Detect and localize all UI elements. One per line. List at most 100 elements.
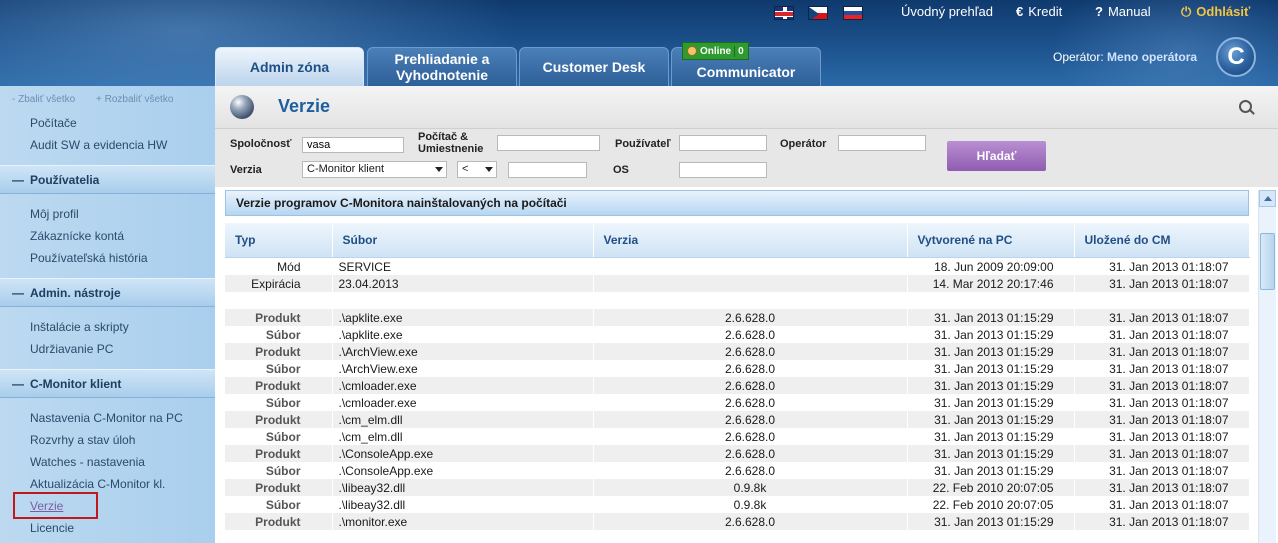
cell-created: 22. Feb 2010 20:07:05	[907, 479, 1075, 496]
table-row[interactable]: Súbor .\libeay32.dll 0.9.8k 22. Feb 2010 20…	[225, 496, 1250, 513]
manual-link[interactable]: ? Manual	[1095, 4, 1151, 19]
version-type-select[interactable]: C-Monitor klient	[302, 161, 447, 178]
table-row[interactable]: Expirácia 23.04.2013 14. Mar 2012 20:17:46…	[225, 275, 1250, 292]
cell-file: .\cmloader.exe	[332, 377, 594, 394]
credit-link[interactable]: € Kredit	[1016, 4, 1062, 19]
computer-input[interactable]	[497, 135, 600, 151]
sidebar-item-my-profile[interactable]: Môj profil	[30, 207, 79, 221]
os-input[interactable]	[679, 162, 767, 178]
sidebar-item-cmonitor-update[interactable]: Aktualizácia C-Monitor kl.	[30, 477, 165, 491]
table-row[interactable]: Súbor .\apklite.exe 2.6.628.0 31. Jan 2013 …	[225, 326, 1250, 343]
sidebar-item-licenses[interactable]: Licencie	[30, 521, 74, 535]
tab-communicator-label: Communicator	[696, 64, 796, 80]
cell-type: Expirácia	[225, 275, 333, 292]
table-row[interactable]: Produkt .\libeay32.dll 0.9.8k 22. Feb 2010 …	[225, 479, 1250, 496]
table-row[interactable]: Súbor .\ConsoleApp.exe 2.6.628.0 31. Jan 20…	[225, 462, 1250, 479]
col-header-file[interactable]: Súbor	[332, 223, 594, 258]
sidebar-section-cmonitor-client[interactable]: — C-Monitor klient	[0, 369, 215, 398]
sidebar-item-user-history[interactable]: Používateľská história	[30, 251, 148, 265]
col-header-created[interactable]: Vytvorené na PC	[907, 223, 1075, 258]
cell-version	[593, 275, 908, 292]
col-header-saved[interactable]: Uložené do CM	[1074, 223, 1250, 258]
table-row[interactable]: Produkt .\apklite.exe 2.6.628.0 31. Jan 201…	[225, 309, 1250, 326]
cell-file: .\apklite.exe	[332, 309, 594, 326]
sidebar-section-admin-tools[interactable]: — Admin. nástroje	[0, 278, 215, 307]
sidebar-item-cmonitor-settings[interactable]: Nastavenia C-Monitor na PC	[30, 411, 183, 425]
filter-panel: Spoločnosť Počítač &Umiestnenie Používat…	[215, 129, 1278, 187]
cell-saved: 31. Jan 2013 01:18:07	[1074, 496, 1250, 513]
help-icon: ?	[1095, 4, 1103, 19]
cell-created: 31. Jan 2013 01:15:29	[907, 377, 1075, 394]
expand-all-link[interactable]: + Rozbaliť všetko	[96, 94, 173, 105]
scroll-up-arrow-icon[interactable]	[1259, 190, 1276, 207]
tab-review[interactable]: Prehliadanie a Vyhodnotenie	[367, 47, 517, 86]
company-input[interactable]	[302, 137, 404, 153]
cell-file: .\ConsoleApp.exe	[332, 445, 594, 462]
table-row[interactable]: Súbor .\cm_elm.dll 2.6.628.0 31. Jan 2013 0…	[225, 428, 1250, 445]
cell-version	[593, 257, 908, 275]
search-icon[interactable]	[1239, 100, 1252, 113]
flag-cz-icon[interactable]	[808, 6, 828, 20]
sidebar-item-audit[interactable]: Audit SW a evidencia HW	[30, 138, 167, 152]
table-row[interactable]	[225, 292, 1250, 309]
collapse-all-link[interactable]: - Zbaliť všetko	[12, 94, 75, 105]
sidebar-item-computers[interactable]: Počítače	[30, 116, 77, 130]
cell-type: Produkt	[225, 343, 333, 360]
table-row[interactable]: Produkt .\cmloader.exe 2.6.628.0 31. Jan 20…	[225, 377, 1250, 394]
flag-sk-icon[interactable]	[843, 6, 863, 20]
table-row[interactable]: Mód SERVICE 18. Jun 2009 20:09:00 31. Jan 2…	[225, 257, 1250, 275]
scroll-thumb[interactable]	[1260, 233, 1275, 290]
os-label: OS	[613, 164, 629, 176]
logout-link[interactable]: ⏻ Odhlásiť	[1181, 4, 1250, 20]
tab-customer-desk[interactable]: Customer Desk	[519, 47, 669, 86]
cell-saved: 31. Jan 2013 01:18:07	[1074, 275, 1250, 292]
cell-created: 31. Jan 2013 01:15:29	[907, 360, 1075, 377]
table-row[interactable]: Produkt .\ArchView.exe 2.6.628.0 31. Jan 20…	[225, 343, 1250, 360]
user-label: Používateľ	[615, 138, 671, 150]
cell-type: Súbor	[225, 428, 333, 445]
top-header: Úvodný prehľad € Kredit ? Manual ⏻ Odhlásiť…	[0, 0, 1278, 86]
operator-name[interactable]: Meno operátora	[1107, 50, 1197, 64]
table-row[interactable]: Produkt .\cm_elm.dll 2.6.628.0 31. Jan 2013…	[225, 411, 1250, 428]
collapse-dash-icon: —	[12, 377, 24, 391]
sidebar-item-customer-accounts[interactable]: Zákaznícke kontá	[30, 229, 124, 243]
cell-file: .\cm_elm.dll	[332, 428, 594, 445]
tab-admin[interactable]: Admin zóna	[215, 47, 364, 86]
operator-filter-label: Operátor	[780, 138, 827, 150]
sidebar-item-watches[interactable]: Watches - nastavenia	[30, 455, 145, 469]
flag-en-icon[interactable]	[774, 6, 794, 20]
cell-file: 23.04.2013	[332, 275, 594, 292]
cell-file: .\libeay32.dll	[332, 496, 594, 513]
sidebar-item-schedules[interactable]: Rozvrhy a stav úloh	[30, 433, 135, 447]
versions-table: Typ Súbor Verzia Vytvorené na PC Uložené…	[225, 223, 1250, 530]
cell-file: .\ArchView.exe	[332, 360, 594, 377]
compare-operator-select[interactable]: <	[457, 161, 497, 178]
cell-created: 31. Jan 2013 01:15:29	[907, 394, 1075, 411]
collapse-dash-icon: —	[12, 173, 24, 187]
operator-input[interactable]	[838, 135, 926, 151]
version-value-input[interactable]	[508, 162, 587, 178]
search-button[interactable]: Hľadať	[947, 141, 1046, 171]
globe-orb-icon	[230, 95, 254, 119]
sidebar-item-installs-scripts[interactable]: Inštalácie a skripty	[30, 320, 129, 334]
cell-created: 31. Jan 2013 01:15:29	[907, 445, 1075, 462]
computer-label: Počítač & Umiestnenie	[418, 131, 484, 155]
cell-created: 31. Jan 2013 01:15:29	[907, 462, 1075, 479]
sidebar-item-pc-maintenance[interactable]: Udržiavanie PC	[30, 342, 113, 356]
table-row[interactable]: Súbor .\cmloader.exe 2.6.628.0 31. Jan 2013…	[225, 394, 1250, 411]
overview-link[interactable]: Úvodný prehľad	[901, 4, 993, 19]
cell-created: 18. Jun 2009 20:09:00	[907, 257, 1075, 275]
table-row[interactable]: Produkt .\ConsoleApp.exe 2.6.628.0 31. Jan …	[225, 445, 1250, 462]
col-header-version[interactable]: Verzia	[593, 223, 908, 258]
vertical-scrollbar[interactable]	[1258, 190, 1276, 543]
col-header-type[interactable]: Typ	[225, 223, 333, 258]
table-row[interactable]: Produkt .\monitor.exe 2.6.628.0 31. Jan 201…	[225, 513, 1250, 530]
sidebar-section-users[interactable]: — Používatelia	[0, 165, 215, 194]
operator-info: Operátor: Meno operátora	[1053, 50, 1197, 64]
online-label: Online	[700, 45, 732, 57]
user-input[interactable]	[679, 135, 767, 151]
online-status-badge[interactable]: Online 0	[682, 42, 749, 60]
cell-created: 31. Jan 2013 01:15:29	[907, 343, 1075, 360]
table-row[interactable]: Súbor .\ArchView.exe 2.6.628.0 31. Jan 2013…	[225, 360, 1250, 377]
cell-type: Produkt	[225, 309, 333, 326]
